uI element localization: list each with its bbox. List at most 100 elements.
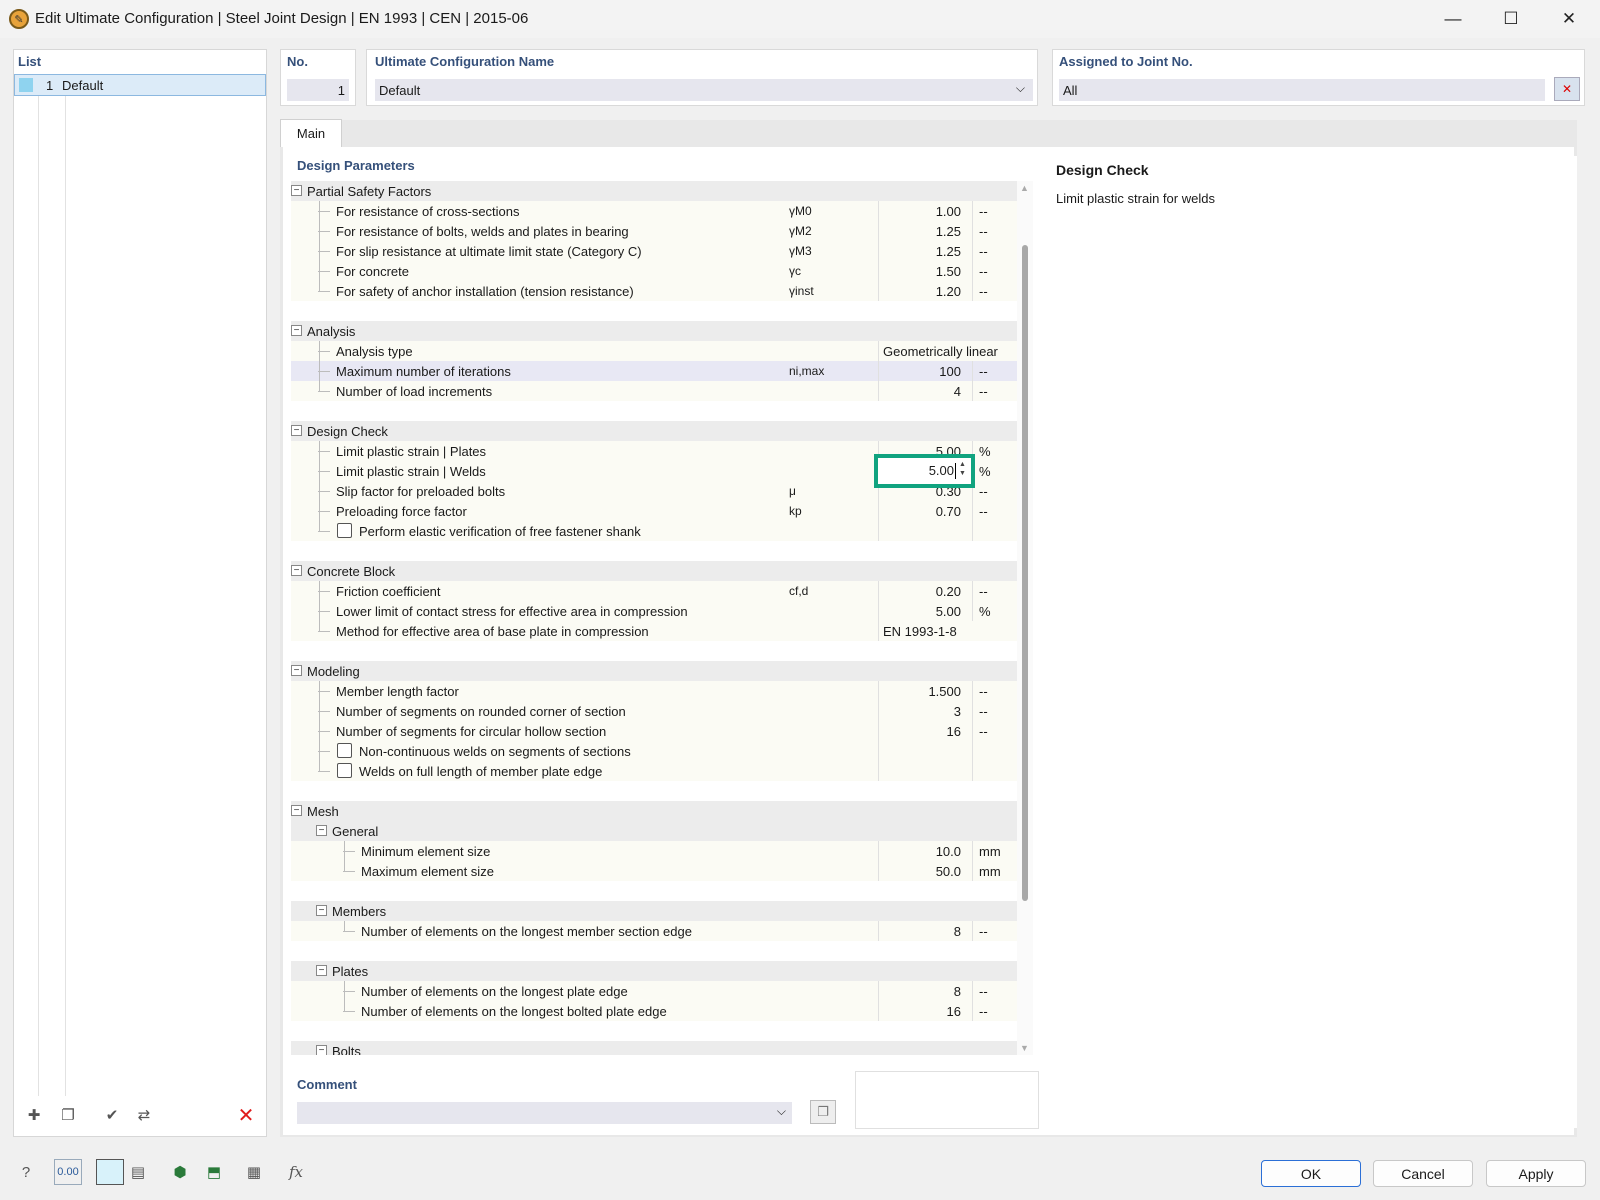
- group-header[interactable]: − Mesh: [291, 801, 1018, 821]
- name-select[interactable]: Default ⌵: [375, 79, 1033, 101]
- parameter-row[interactable]: For concrete γc 1.50 --: [291, 261, 1018, 281]
- parameter-row[interactable]: Preloading force factor kp 0.70 --: [291, 501, 1018, 521]
- copy-item-icon[interactable]: ❐: [54, 1102, 82, 1128]
- tab-main[interactable]: Main: [280, 119, 342, 147]
- parameter-value[interactable]: 1.25: [871, 244, 961, 259]
- parameter-value[interactable]: 4: [871, 384, 961, 399]
- color-icon[interactable]: [96, 1159, 124, 1185]
- parameter-value[interactable]: Geometrically linear: [883, 344, 998, 359]
- subgroup-header[interactable]: − General: [291, 821, 1018, 841]
- parameter-row[interactable]: Non-continuous welds on segments of sect…: [291, 741, 1018, 761]
- pick-in-model-icon[interactable]: ✕: [1554, 77, 1580, 101]
- parameter-row[interactable]: Maximum number of iterations ni,max 100 --: [291, 361, 1018, 381]
- parameter-value[interactable]: 16: [871, 1004, 961, 1019]
- scroll-thumb[interactable]: [1022, 245, 1028, 901]
- parameter-row[interactable]: Welds on full length of member plate edg…: [291, 761, 1018, 781]
- group-header[interactable]: − Concrete Block: [291, 561, 1018, 581]
- scroll-down-icon[interactable]: ▼: [1020, 1043, 1029, 1053]
- collapse-icon[interactable]: −: [291, 565, 302, 576]
- comment-dropdown-icon[interactable]: ⌵: [777, 1104, 786, 1119]
- parameter-row[interactable]: Lower limit of contact stress for effect…: [291, 601, 1018, 621]
- uncheck-icon[interactable]: ⇄: [130, 1102, 158, 1128]
- parameter-row[interactable]: Method for effective area of base plate …: [291, 621, 1018, 641]
- export-icon[interactable]: ⬒: [200, 1159, 228, 1185]
- parameter-row[interactable]: Analysis type Geometrically linear: [291, 341, 1018, 361]
- help-icon[interactable]: ?: [12, 1159, 40, 1185]
- subgroup-header[interactable]: − Plates: [291, 961, 1018, 981]
- welds-strain-spinbox[interactable]: 5.00 ▲ ▼: [874, 454, 975, 488]
- parameter-row[interactable]: For safety of anchor installation (tensi…: [291, 281, 1018, 301]
- minimize-icon[interactable]: —: [1424, 0, 1482, 38]
- new-item-icon[interactable]: ✚: [20, 1102, 48, 1128]
- parameter-row[interactable]: Number of elements on the longest bolted…: [291, 1001, 1018, 1021]
- model-icon[interactable]: ⬢: [166, 1159, 194, 1185]
- parameter-value[interactable]: 1.00: [871, 204, 961, 219]
- parameter-row[interactable]: Number of segments on rounded corner of …: [291, 701, 1018, 721]
- parameter-value[interactable]: 8: [871, 924, 961, 939]
- collapse-icon[interactable]: −: [291, 185, 302, 196]
- checkbox[interactable]: [337, 743, 352, 758]
- delete-icon[interactable]: ✕: [232, 1102, 260, 1128]
- parameter-value[interactable]: 0.70: [871, 504, 961, 519]
- group-header[interactable]: − Design Check: [291, 421, 1018, 441]
- units-icon[interactable]: 0.00: [54, 1159, 82, 1185]
- subgroup-header[interactable]: − Members: [291, 901, 1018, 921]
- group-header[interactable]: − Modeling: [291, 661, 1018, 681]
- parameter-row[interactable]: Number of load increments 4 --: [291, 381, 1018, 401]
- parameter-row[interactable]: Minimum element size 10.0 mm: [291, 841, 1018, 861]
- collapse-icon[interactable]: −: [316, 905, 327, 916]
- table-icon[interactable]: ▦: [240, 1159, 268, 1185]
- parameter-value[interactable]: EN 1993-1-8: [883, 624, 957, 639]
- close-icon[interactable]: ✕: [1540, 0, 1598, 38]
- parameter-value[interactable]: 1.20: [871, 284, 961, 299]
- parameter-value[interactable]: 1.50: [871, 264, 961, 279]
- parameter-row[interactable]: Number of elements on the longest plate …: [291, 981, 1018, 1001]
- comment-field[interactable]: ⌵: [297, 1102, 792, 1124]
- checkbox[interactable]: [337, 763, 352, 778]
- parameter-value[interactable]: 1.25: [871, 224, 961, 239]
- parameter-value[interactable]: 10.0: [871, 844, 961, 859]
- parameter-value[interactable]: 3: [871, 704, 961, 719]
- group-header[interactable]: − Partial Safety Factors: [291, 181, 1018, 201]
- parameter-value[interactable]: 1.500: [871, 684, 961, 699]
- collapse-icon[interactable]: −: [291, 325, 302, 336]
- parameter-row[interactable]: Friction coefficient cf,d 0.20 --: [291, 581, 1018, 601]
- apply-button[interactable]: Apply: [1486, 1160, 1586, 1187]
- checkbox[interactable]: [337, 523, 352, 538]
- parameter-value[interactable]: 0.20: [871, 584, 961, 599]
- parameter-value[interactable]: 100: [871, 364, 961, 379]
- scroll-up-icon[interactable]: ▲: [1020, 183, 1029, 193]
- cancel-button[interactable]: Cancel: [1373, 1160, 1473, 1187]
- info-icon[interactable]: ▤: [124, 1159, 152, 1185]
- spin-arrows-icon[interactable]: ▲ ▼: [959, 460, 966, 478]
- parameter-value[interactable]: 50.0: [871, 864, 961, 879]
- list-item[interactable]: 1 Default: [14, 74, 266, 96]
- assigned-field[interactable]: All: [1059, 79, 1545, 101]
- group-header[interactable]: − Analysis: [291, 321, 1018, 341]
- parameter-value[interactable]: 5.00: [871, 604, 961, 619]
- collapse-icon[interactable]: −: [291, 665, 302, 676]
- maximize-icon[interactable]: ☐: [1482, 0, 1540, 38]
- welds-strain-input[interactable]: 5.00: [884, 463, 954, 481]
- collapse-icon[interactable]: −: [316, 1045, 327, 1055]
- parameter-row[interactable]: Perform elastic verification of free fas…: [291, 521, 1018, 541]
- parameter-value[interactable]: 8: [871, 984, 961, 999]
- comment-copy-icon[interactable]: ❐: [810, 1100, 836, 1124]
- parameter-row[interactable]: Maximum element size 50.0 mm: [291, 861, 1018, 881]
- parameter-row[interactable]: For resistance of bolts, welds and plate…: [291, 221, 1018, 241]
- parameter-row[interactable]: Member length factor 1.500 --: [291, 681, 1018, 701]
- collapse-icon[interactable]: −: [291, 425, 302, 436]
- collapse-icon[interactable]: −: [316, 965, 327, 976]
- chevron-down-icon[interactable]: ⌵: [1016, 81, 1025, 96]
- formula-icon[interactable]: fx: [282, 1159, 310, 1185]
- grid-scrollbar[interactable]: ▲ ▼: [1017, 181, 1033, 1055]
- subgroup-header[interactable]: − Bolts: [291, 1041, 1018, 1055]
- check-all-icon[interactable]: ✔: [98, 1102, 126, 1128]
- parameter-row[interactable]: For slip resistance at ultimate limit st…: [291, 241, 1018, 261]
- collapse-icon[interactable]: −: [291, 805, 302, 816]
- collapse-icon[interactable]: −: [316, 825, 327, 836]
- parameter-row[interactable]: Number of segments for circular hollow s…: [291, 721, 1018, 741]
- parameter-row[interactable]: For resistance of cross-sections γM0 1.00 -…: [291, 201, 1018, 221]
- parameter-row[interactable]: Number of elements on the longest member…: [291, 921, 1018, 941]
- ok-button[interactable]: OK: [1261, 1160, 1361, 1187]
